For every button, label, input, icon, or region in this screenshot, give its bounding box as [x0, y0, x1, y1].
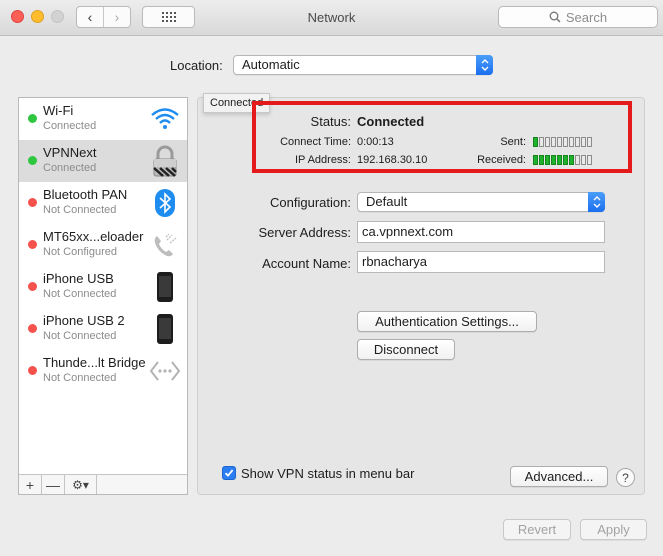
wifi-icon: [149, 103, 181, 135]
iphone-icon: [149, 271, 181, 303]
service-status: Connected: [43, 120, 97, 132]
service-status: Not Connected: [43, 372, 117, 384]
server-address-field[interactable]: ca.vpnnext.com: [357, 221, 605, 243]
service-item-wifi[interactable]: Wi-Fi Connected: [19, 98, 187, 140]
service-list: Wi-Fi Connected VPNNext Connected Blueto…: [18, 97, 188, 495]
search-icon: [549, 11, 561, 23]
status-dot: [28, 282, 37, 291]
status-dot: [28, 156, 37, 165]
add-service-button[interactable]: +: [19, 475, 42, 494]
popup-arrows-icon: [588, 192, 605, 212]
popup-arrows-icon: [476, 55, 493, 75]
configuration-label: Configuration:: [270, 195, 351, 210]
service-item-thunderbolt-bridge[interactable]: Thunde...lt Bridge Not Connected: [19, 350, 187, 392]
revert-button[interactable]: Revert: [503, 519, 571, 540]
location-popup[interactable]: Automatic: [233, 55, 493, 75]
status-dot: [28, 366, 37, 375]
show-vpn-status-label: Show VPN status in menu bar: [241, 466, 415, 481]
location-label: Location:: [170, 58, 223, 73]
account-name-field[interactable]: rbnacharya: [357, 251, 605, 273]
service-status: Connected: [43, 162, 97, 174]
gear-menu-button[interactable]: ⚙▾: [65, 475, 97, 494]
service-item-mt65xx[interactable]: MT65xx...eloader Not Configured: [19, 224, 187, 266]
status-dot: [28, 324, 37, 333]
checkmark-icon: [224, 469, 234, 477]
server-address-label: Server Address:: [258, 225, 352, 240]
service-status: Not Connected: [43, 204, 117, 216]
search-placeholder: Search: [565, 9, 608, 25]
account-name-label: Account Name:: [262, 256, 351, 271]
service-name: Bluetooth PAN: [43, 187, 128, 202]
status-dot: [28, 198, 37, 207]
service-name: VPNNext: [43, 145, 97, 160]
search-field[interactable]: Search: [498, 6, 658, 28]
highlight-box: [252, 101, 632, 173]
remove-service-button[interactable]: —: [42, 475, 65, 494]
configuration-popup[interactable]: Default: [357, 192, 605, 212]
service-item-vpnnext[interactable]: VPNNext Connected: [19, 140, 187, 182]
service-list-toolbar: + — ⚙▾: [19, 474, 187, 494]
lock-icon: [149, 145, 181, 177]
service-status: Not Configured: [43, 246, 117, 258]
service-item-iphone-usb-2[interactable]: iPhone USB 2 Not Connected: [19, 308, 187, 350]
location-value: Automatic: [242, 57, 300, 72]
service-name: Thunde...lt Bridge: [43, 355, 146, 370]
title-bar: ‹ › Network Search: [0, 0, 663, 36]
help-button[interactable]: ?: [616, 468, 635, 487]
service-item-iphone-usb[interactable]: iPhone USB Not Connected: [19, 266, 187, 308]
iphone-icon: [149, 313, 181, 345]
status-dot: [28, 240, 37, 249]
status-dot: [28, 114, 37, 123]
apply-button[interactable]: Apply: [580, 519, 647, 540]
authentication-settings-button[interactable]: Authentication Settings...: [357, 311, 537, 332]
advanced-button[interactable]: Advanced...: [510, 466, 608, 487]
service-name: iPhone USB: [43, 271, 114, 286]
disconnect-button[interactable]: Disconnect: [357, 339, 455, 360]
thunderbolt-bridge-icon: [149, 355, 181, 387]
service-name: iPhone USB 2: [43, 313, 125, 328]
phone-icon: [149, 229, 181, 261]
bluetooth-icon: [149, 187, 181, 219]
service-name: Wi-Fi: [43, 103, 74, 118]
service-status: Not Connected: [43, 288, 117, 300]
service-name: MT65xx...eloader: [43, 229, 144, 244]
service-item-bluetooth-pan[interactable]: Bluetooth PAN Not Connected: [19, 182, 187, 224]
show-vpn-status-checkbox[interactable]: [222, 466, 236, 480]
configuration-value: Default: [366, 194, 408, 209]
service-status: Not Connected: [43, 330, 117, 342]
